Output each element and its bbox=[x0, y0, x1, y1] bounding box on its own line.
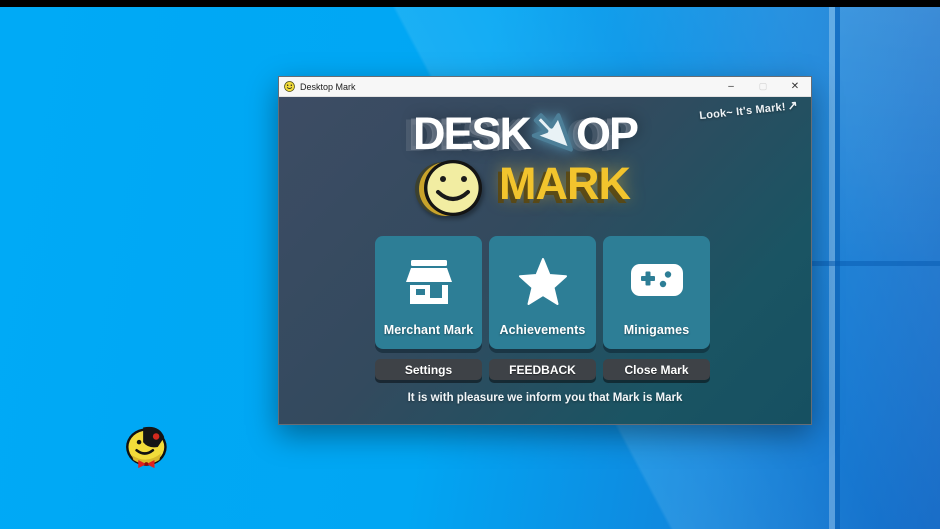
achievements-button[interactable]: Achievements bbox=[489, 236, 596, 349]
window-title: Desktop Mark bbox=[300, 82, 715, 92]
star-icon bbox=[489, 258, 596, 306]
mark-buddy-icon bbox=[122, 421, 174, 473]
arrow-up-right-icon: ↗ bbox=[787, 98, 799, 113]
app-smiley-icon bbox=[284, 81, 295, 92]
logo-op-segment: OP bbox=[576, 111, 637, 156]
wallpaper-pane-line-horizontal bbox=[806, 261, 940, 266]
merchant-mark-label: Merchant Mark bbox=[384, 323, 474, 337]
merchant-mark-button[interactable]: Merchant Mark bbox=[375, 236, 482, 349]
close-button[interactable]: ✕ bbox=[779, 77, 811, 96]
window-controls: – ▢ ✕ bbox=[715, 77, 811, 96]
achievements-label: Achievements bbox=[500, 323, 586, 337]
minimize-button[interactable]: – bbox=[715, 77, 747, 96]
desktop-mark-window: Desktop Mark – ▢ ✕ Look~ It's Mark!↗ DES… bbox=[278, 76, 812, 425]
close-mark-button[interactable]: Close Mark bbox=[603, 359, 710, 380]
mark-desktop-buddy[interactable] bbox=[122, 421, 174, 473]
storefront-icon bbox=[375, 258, 482, 308]
logo-desk-segment: DESK bbox=[413, 111, 530, 156]
gamepad-icon bbox=[603, 258, 710, 302]
maximize-button: ▢ bbox=[747, 77, 779, 96]
footer-message: It is with pleasure we inform you that M… bbox=[279, 392, 811, 404]
desktop-mark-logo: DESK OP MARK bbox=[413, 111, 681, 236]
screen: Desktop Mark – ▢ ✕ Look~ It's Mark!↗ DES… bbox=[0, 0, 940, 529]
minigames-button[interactable]: Minigames bbox=[603, 236, 710, 349]
feedback-button[interactable]: FEEDBACK bbox=[489, 359, 596, 380]
logo-coin-smiley-icon bbox=[413, 151, 493, 225]
wallpaper-pane-glow bbox=[840, 7, 940, 261]
settings-button[interactable]: Settings bbox=[375, 359, 482, 380]
callout-text: Look~ It's Mark! bbox=[699, 101, 787, 122]
cursor-arrow-icon bbox=[528, 104, 580, 156]
window-content: Look~ It's Mark!↗ DESK OP MARK bbox=[279, 97, 811, 424]
letterbox-bar bbox=[0, 0, 940, 7]
logo-mark-text: MARK bbox=[499, 161, 630, 206]
look-its-mark-callout: Look~ It's Mark!↗ bbox=[698, 98, 798, 122]
minigames-label: Minigames bbox=[624, 323, 690, 337]
logo-desktop-text: DESK OP bbox=[413, 111, 681, 156]
window-titlebar[interactable]: Desktop Mark – ▢ ✕ bbox=[279, 77, 811, 97]
